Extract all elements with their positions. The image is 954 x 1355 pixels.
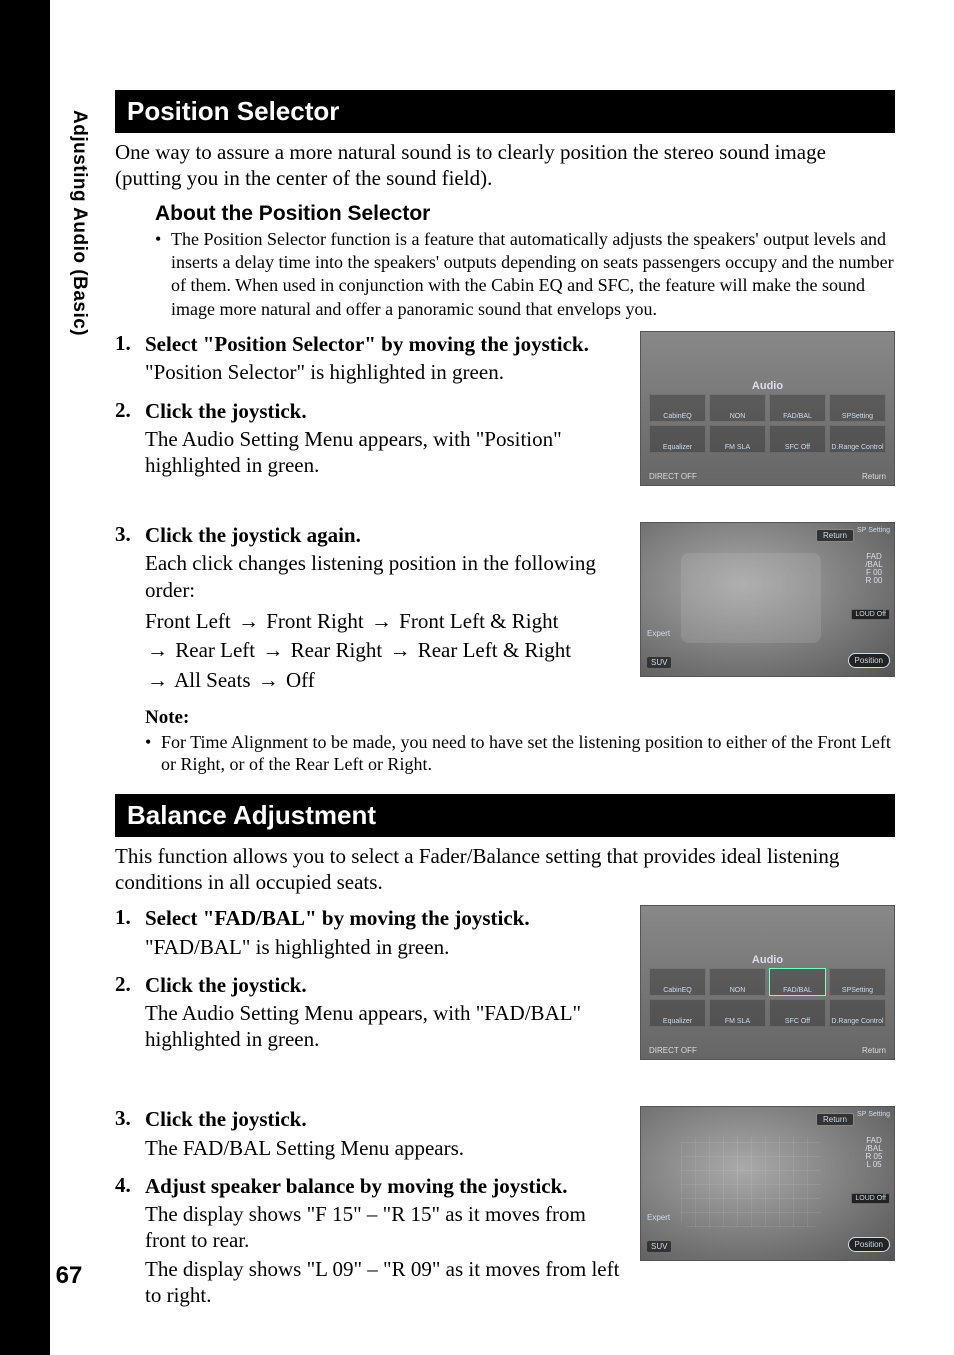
step-desc: "Position Selector" is highlighted in gr… (145, 359, 630, 385)
balance-adjustment-header: Balance Adjustment (115, 794, 895, 837)
arrow-icon: → (145, 667, 170, 695)
arrow-icon: → (236, 608, 261, 636)
arrow-icon: → (256, 667, 281, 695)
step-title: Click the joystick. (145, 398, 630, 424)
audio-menu-screenshot-1: Audio CabinEQ NON FAD/BAL SPSetting Equa… (640, 331, 895, 486)
step-desc: The Audio Setting Menu appears, with "Po… (145, 426, 630, 479)
step-number: 2. (115, 972, 145, 1053)
audio-menu-screenshot-2: Audio CabinEQ NON FAD/BAL SPSetting Equa… (640, 905, 895, 1060)
arrow-icon: → (145, 637, 170, 665)
position-intro: One way to assure a more natural sound i… (115, 139, 895, 192)
balance-intro: This function allows you to select a Fad… (115, 843, 895, 896)
note-label: Note: (145, 707, 895, 729)
position-sequence: Front Left → Front Right → Front Left & … (145, 607, 630, 695)
about-bullet: • The Position Selector function is a fe… (155, 228, 895, 322)
step-desc: The FAD/BAL Setting Menu appears. (145, 1135, 630, 1161)
step-title: Click the joystick again. (145, 522, 630, 548)
arrow-icon: → (260, 637, 285, 665)
fadbal-screen-screenshot: Return SP Setting FAD /BALR 05 L 05 LOUD… (640, 1106, 895, 1261)
step-desc: The Audio Setting Menu appears, with "FA… (145, 1000, 630, 1053)
step-title: Adjust speaker balance by moving the joy… (145, 1173, 630, 1199)
position-screen-screenshot: Return SP Setting FAD /BALF 00 R 00 LOUD… (640, 522, 895, 677)
step-title: Click the joystick. (145, 972, 630, 998)
step-title: Select "Position Selector" by moving the… (145, 331, 630, 357)
step-number: 3. (115, 522, 145, 695)
step-number: 1. (115, 905, 145, 960)
about-position-header: About the Position Selector (155, 202, 895, 226)
left-margin-bar (0, 0, 50, 1355)
step-desc: "FAD/BAL" is highlighted in green. (145, 934, 630, 960)
step-desc: The display shows "L 09" – "R 09" as it … (145, 1256, 630, 1309)
step-desc: Each click changes listening position in… (145, 550, 630, 603)
step-number: 2. (115, 398, 145, 479)
arrow-icon: → (387, 637, 412, 665)
step-title: Click the joystick. (145, 1106, 630, 1132)
page-number: 67 (50, 1262, 88, 1290)
step-number: 1. (115, 331, 145, 386)
note-bullet: • For Time Alignment to be made, you nee… (145, 731, 895, 776)
position-selector-header: Position Selector (115, 90, 895, 133)
section-name-vertical: Adjusting Audio (Basic) (50, 110, 90, 336)
step-number: 4. (115, 1173, 145, 1308)
arrow-icon: → (369, 608, 394, 636)
step-desc: The display shows "F 15" – "R 15" as it … (145, 1201, 630, 1254)
step-number: 3. (115, 1106, 145, 1161)
step-title: Select "FAD/BAL" by moving the joystick. (145, 905, 630, 931)
